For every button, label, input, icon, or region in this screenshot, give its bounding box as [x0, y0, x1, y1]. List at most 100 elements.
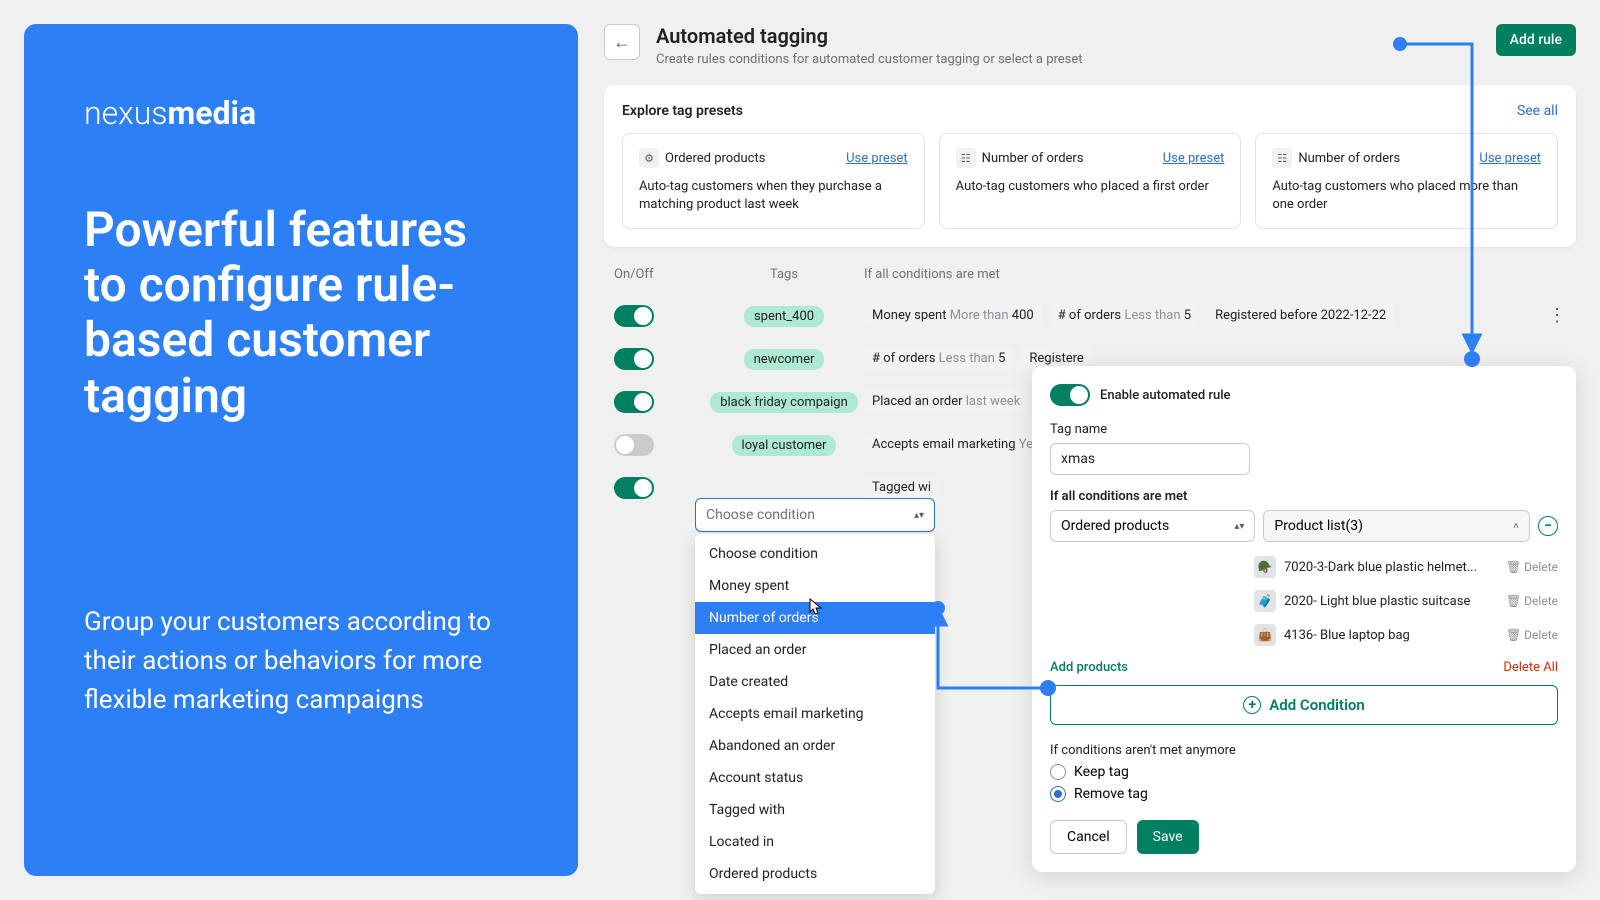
add-rule-button[interactable]: Add rule [1496, 24, 1576, 56]
tag-pill: newcomer [744, 349, 825, 370]
condition-chip: Placed an order last week [864, 390, 1028, 413]
tag-name-label: Tag name [1050, 422, 1558, 437]
preset-desc: Auto-tag customers when they purchase a … [639, 178, 908, 214]
condition-chip: Accepts email marketing Yes [864, 433, 1048, 456]
cancel-button[interactable]: Cancel [1050, 820, 1127, 854]
product-thumb: 👜 [1254, 624, 1276, 646]
col-tags: Tags [704, 267, 864, 282]
tag-pill: loyal customer [732, 435, 837, 456]
product-name: 4136- Blue laptop bag [1284, 628, 1498, 643]
tag-pill: black friday compaign [710, 392, 858, 413]
preset-icon: ⚙ [639, 148, 659, 168]
use-preset-link[interactable]: Use preset [1479, 151, 1541, 166]
rule-toggle[interactable] [614, 434, 654, 456]
product-list-select[interactable]: Product list(3)˄ [1263, 510, 1530, 542]
subtext: Group your customers according to their … [84, 603, 518, 720]
preset-card: ☷ Number of orders Use preset Auto-tag cust… [939, 133, 1242, 229]
col-toggle: On/Off [614, 267, 704, 282]
enable-rule-label: Enable automated rule [1100, 388, 1230, 403]
dropdown-option[interactable]: Money spent [695, 570, 935, 602]
condition-chip: Registered before 2022-12-22 [1207, 304, 1394, 327]
condition-chip: Money spent More than 400 [864, 304, 1042, 327]
see-all-link[interactable]: See all [1517, 103, 1558, 119]
condition-chip: # of orders Less than 5 [1050, 304, 1199, 327]
brand-logo: nexusmedia [84, 94, 518, 132]
dropdown-option[interactable]: Tagged with [695, 794, 935, 826]
dropdown-select[interactable]: Choose condition ▴▾ [695, 498, 935, 532]
preset-type: Number of orders [1298, 151, 1400, 166]
product-thumb: 🪖 [1254, 556, 1276, 578]
brand-bold: media [168, 94, 257, 132]
rule-toggle[interactable] [614, 305, 654, 327]
conditions-label: If all conditions are met [1050, 489, 1558, 504]
back-button[interactable]: ← [604, 24, 640, 60]
remove-condition-button[interactable]: − [1538, 516, 1558, 536]
plus-icon: + [1243, 696, 1261, 714]
marketing-panel: nexusmedia Powerful features to configur… [24, 24, 578, 876]
tag-pill: spent_400 [744, 306, 824, 327]
page-title: Automated tagging [656, 24, 1480, 48]
brand-light: nexus [84, 94, 168, 132]
radio-option[interactable]: Keep tag [1050, 764, 1558, 780]
use-preset-link[interactable]: Use preset [1163, 151, 1225, 166]
dropdown-option[interactable]: Abandoned an order [695, 730, 935, 762]
dropdown-label: Choose condition [706, 507, 815, 523]
dropdown-option[interactable]: Choose condition [695, 538, 935, 570]
rule-toggle[interactable] [614, 391, 654, 413]
use-preset-link[interactable]: Use preset [846, 151, 908, 166]
save-button[interactable]: Save [1137, 820, 1199, 854]
product-row: 🪖 7020-3-Dark blue plastic helmet... 🗑 Del… [1254, 550, 1558, 584]
dropdown-menu: Choose conditionMoney spentNumber of ord… [695, 534, 935, 894]
delete-all-link[interactable]: Delete All [1503, 660, 1558, 675]
product-thumb: 🧳 [1254, 590, 1276, 612]
dropdown-option[interactable]: Located in [695, 826, 935, 858]
product-row: 👜 4136- Blue laptop bag 🗑 Delete [1254, 618, 1558, 652]
radio-icon [1050, 764, 1066, 780]
preset-desc: Auto-tag customers who placed more than … [1272, 178, 1541, 214]
chevron-up-icon: ˄ [1513, 521, 1519, 532]
headline: Powerful features to configure rule-base… [84, 202, 518, 423]
product-name: 7020-3-Dark blue plastic helmet... [1284, 560, 1498, 575]
table-row: spent_400 Money spent More than 400 # of o… [604, 294, 1576, 337]
delete-product-link[interactable]: 🗑 Delete [1506, 594, 1558, 608]
presets-card: Explore tag presets See all ⚙ Ordered pro… [604, 85, 1576, 247]
presets-title: Explore tag presets [622, 103, 743, 119]
dropdown-option[interactable]: Accepts email marketing [695, 698, 935, 730]
rule-detail-panel: Enable automated rule Tag name If all co… [1032, 366, 1576, 872]
caret-icon: ▴▾ [914, 510, 924, 521]
preset-card: ☷ Number of orders Use preset Auto-tag cust… [1255, 133, 1558, 229]
delete-product-link[interactable]: 🗑 Delete [1506, 560, 1558, 574]
condition-dropdown[interactable]: Choose condition ▴▾ Choose conditionMone… [695, 498, 935, 894]
page-subtitle: Create rules conditions for automated cu… [656, 52, 1480, 67]
condition-chip: Tagged wi [864, 476, 939, 499]
add-products-link[interactable]: Add products [1050, 660, 1128, 675]
radio-option[interactable]: Remove tag [1050, 786, 1558, 802]
preset-icon: ☷ [1272, 148, 1292, 168]
dropdown-option[interactable]: Account status [695, 762, 935, 794]
product-name: 2020- Light blue plastic suitcase [1284, 594, 1498, 609]
tag-name-input[interactable] [1050, 443, 1250, 475]
product-row: 🧳 2020- Light blue plastic suitcase 🗑 Dele… [1254, 584, 1558, 618]
unmet-label: If conditions aren't met anymore [1050, 743, 1558, 758]
preset-card: ⚙ Ordered products Use preset Auto-tag cust… [622, 133, 925, 229]
condition-type-select[interactable]: Ordered products▴▾ [1050, 510, 1255, 542]
enable-rule-toggle[interactable] [1050, 384, 1090, 406]
col-cond: If all conditions are met [864, 267, 1566, 282]
preset-type: Number of orders [982, 151, 1084, 166]
condition-chip: # of orders Less than 5 [864, 347, 1013, 370]
dropdown-option[interactable]: Number of orders [695, 602, 935, 634]
preset-desc: Auto-tag customers who placed a first or… [956, 178, 1225, 196]
add-condition-button[interactable]: +Add Condition [1050, 685, 1558, 725]
dropdown-option[interactable]: Placed an order [695, 634, 935, 666]
row-menu-icon[interactable]: ⋮ [1548, 305, 1566, 326]
preset-icon: ☷ [956, 148, 976, 168]
dropdown-option[interactable]: Date created [695, 666, 935, 698]
dropdown-option[interactable]: Ordered products [695, 858, 935, 890]
header: ← Automated tagging Create rules conditi… [604, 24, 1576, 67]
rule-toggle[interactable] [614, 348, 654, 370]
preset-type: Ordered products [665, 151, 765, 166]
delete-product-link[interactable]: 🗑 Delete [1506, 628, 1558, 642]
caret-icon: ▴▾ [1234, 521, 1244, 532]
radio-icon [1050, 786, 1066, 802]
rule-toggle[interactable] [614, 477, 654, 499]
